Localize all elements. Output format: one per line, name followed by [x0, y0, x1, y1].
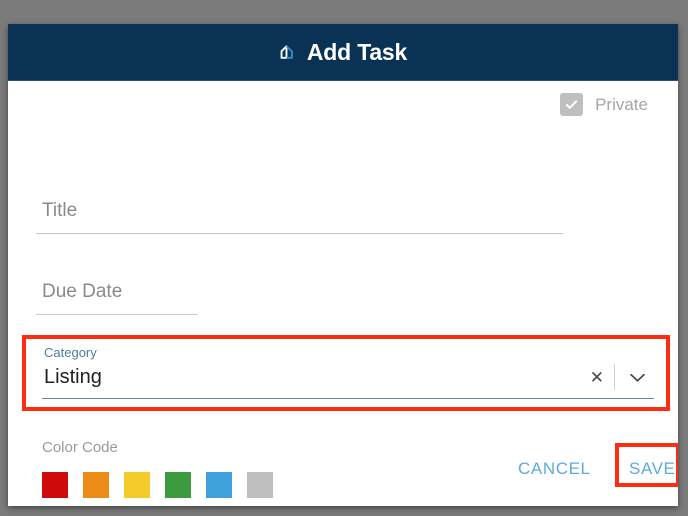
category-row: Listing ✕	[42, 364, 654, 390]
category-field[interactable]: Category Listing ✕	[42, 345, 654, 399]
add-task-dialog: Add Task Private Title Due Date Category…	[8, 24, 678, 506]
chevron-down-icon[interactable]	[615, 372, 654, 383]
clear-icon[interactable]: ✕	[580, 369, 614, 386]
private-label: Private	[595, 94, 648, 114]
private-toggle[interactable]: Private	[560, 93, 648, 116]
title-placeholder: Title	[42, 200, 78, 221]
home-icon	[279, 42, 299, 62]
dialog-body: Private Title Due Date Category Listing …	[8, 81, 678, 506]
dialog-footer: CANCEL SAVE	[8, 441, 678, 497]
title-underline	[36, 233, 563, 234]
save-button[interactable]: SAVE	[629, 459, 676, 479]
cancel-button[interactable]: CANCEL	[518, 459, 591, 479]
due-date-underline	[36, 314, 198, 315]
check-icon	[565, 100, 578, 109]
category-value[interactable]: Listing	[42, 364, 580, 390]
dialog-title: Add Task	[306, 38, 408, 65]
category-underline	[42, 398, 654, 399]
due-date-field[interactable]: Due Date	[36, 280, 198, 315]
private-checkbox[interactable]	[560, 93, 584, 116]
due-date-placeholder: Due Date	[42, 281, 123, 302]
dialog-header: Add Task	[8, 24, 678, 81]
title-field[interactable]: Title	[36, 199, 563, 234]
category-label: Category	[44, 345, 97, 360]
